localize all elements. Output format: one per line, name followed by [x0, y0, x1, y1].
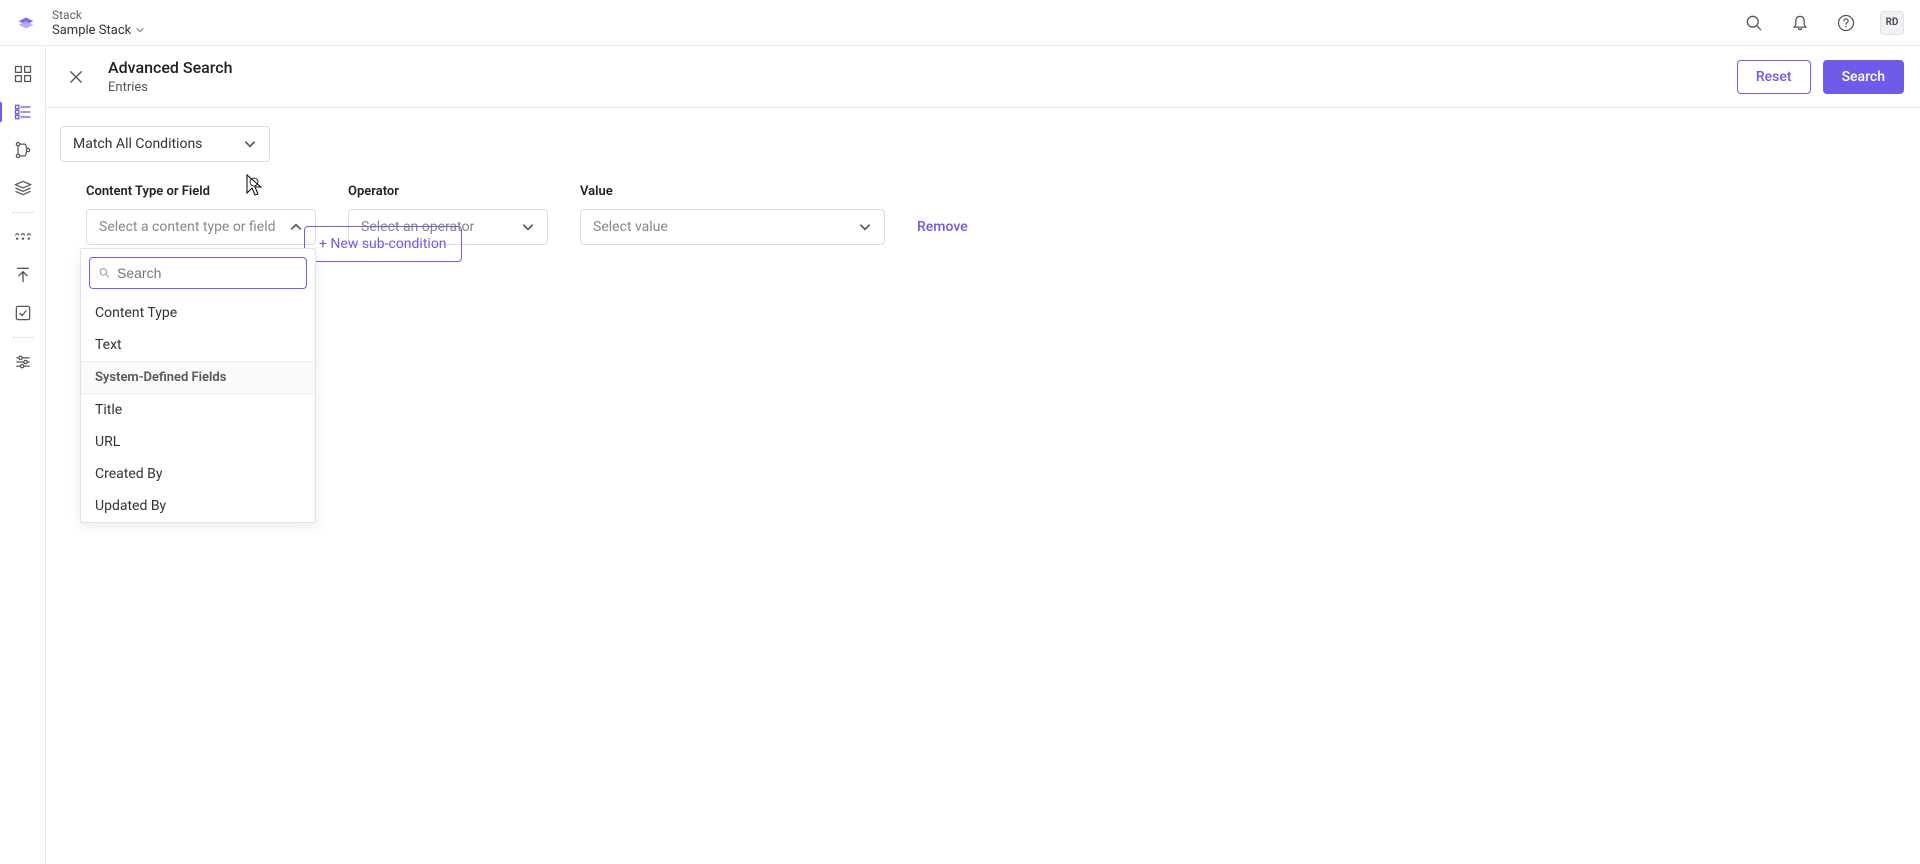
remove-condition-link[interactable]: Remove — [917, 209, 968, 245]
dropdown-item[interactable]: Text — [81, 329, 315, 361]
top-header: Stack Sample Stack RD — [0, 0, 1920, 46]
stack-label: Stack — [52, 8, 145, 22]
page-subtitle: Entries — [108, 80, 233, 95]
chevron-down-icon — [243, 137, 257, 151]
chevron-down-icon — [521, 220, 535, 234]
dropdown-list[interactable]: Content Type Text System-Defined Fields … — [81, 297, 315, 522]
dropdown-item[interactable]: Updated By — [81, 490, 315, 522]
stack-info[interactable]: Stack Sample Stack — [52, 8, 145, 38]
dropdown-item[interactable]: URL — [81, 426, 315, 458]
match-conditions-label: Match All Conditions — [73, 136, 202, 152]
operator-column-label: Operator — [348, 184, 548, 199]
reset-button[interactable]: Reset — [1737, 60, 1811, 94]
sidebar-divider — [13, 337, 33, 338]
sidebar — [0, 46, 46, 864]
sidebar-item-publish-queue[interactable] — [3, 219, 43, 255]
value-select[interactable]: Select value — [580, 209, 885, 245]
field-select[interactable]: Select a content type or field — [86, 209, 316, 245]
dropdown-item[interactable]: Title — [81, 394, 315, 426]
field-dropdown: Content Type Text System-Defined Fields … — [80, 248, 316, 523]
dropdown-item[interactable]: Created By — [81, 458, 315, 490]
sidebar-item-tasks[interactable] — [3, 295, 43, 331]
dropdown-search-input[interactable] — [117, 265, 298, 281]
sidebar-item-content-types[interactable] — [3, 132, 43, 168]
close-button[interactable] — [62, 63, 90, 91]
chevron-down-icon — [135, 25, 145, 35]
search-button[interactable]: Search — [1823, 60, 1904, 94]
page-title: Advanced Search — [108, 58, 233, 77]
sidebar-item-settings[interactable] — [3, 344, 43, 380]
dropdown-item[interactable]: Content Type — [81, 297, 315, 329]
chevron-up-icon — [289, 220, 303, 234]
sidebar-divider — [13, 212, 33, 213]
app-logo[interactable] — [12, 9, 40, 37]
avatar[interactable]: RD — [1880, 11, 1904, 35]
bell-icon[interactable] — [1788, 11, 1812, 35]
value-column-label: Value — [580, 184, 885, 199]
search-icon[interactable] — [1742, 11, 1766, 35]
sidebar-item-dashboard[interactable] — [3, 56, 43, 92]
dropdown-group-header: System-Defined Fields — [81, 361, 315, 394]
chevron-down-icon — [858, 220, 872, 234]
stack-name: Sample Stack — [52, 23, 145, 38]
dropdown-search[interactable] — [89, 257, 307, 289]
sidebar-item-entries[interactable] — [3, 94, 43, 130]
field-column-label: Content Type or Field — [86, 184, 316, 199]
match-conditions-select[interactable]: Match All Conditions — [60, 126, 270, 162]
value-select-placeholder: Select value — [593, 219, 668, 235]
sidebar-item-assets[interactable] — [3, 170, 43, 206]
sidebar-item-releases[interactable] — [3, 257, 43, 293]
page-header: Advanced Search Entries Reset Search — [46, 46, 1920, 108]
new-sub-condition-button[interactable]: + New sub-condition — [304, 226, 462, 262]
field-select-placeholder: Select a content type or field — [99, 219, 276, 235]
search-icon — [98, 266, 111, 280]
help-icon[interactable] — [1834, 11, 1858, 35]
